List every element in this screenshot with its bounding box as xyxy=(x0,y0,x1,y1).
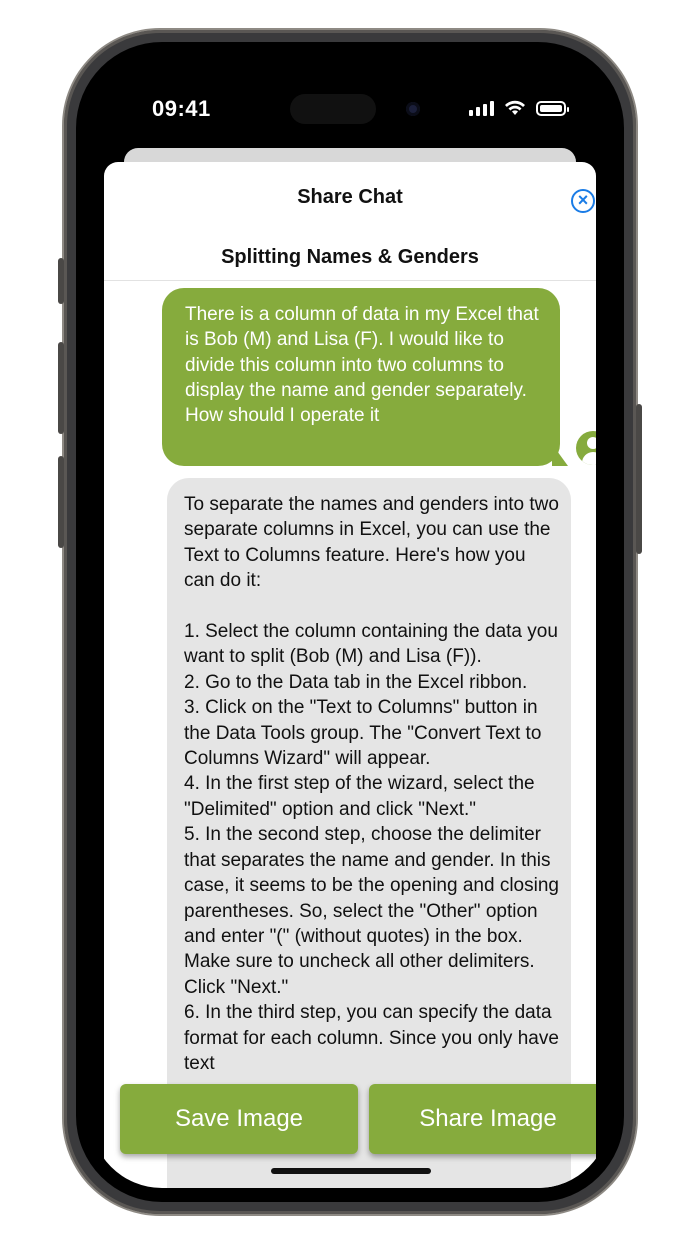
divider xyxy=(104,280,596,281)
user-message-bubble: There is a column of data in my Excel th… xyxy=(162,288,560,466)
assistant-message-bubble: To separate the names and genders into t… xyxy=(167,478,571,1188)
phone-bezel: 09:41 Share Chat × Splitting Names & Gen… xyxy=(76,42,624,1202)
dynamic-island xyxy=(290,94,376,124)
status-icons xyxy=(469,100,569,116)
camera-icon xyxy=(406,102,420,116)
share-image-button[interactable]: Share Image xyxy=(369,1084,596,1154)
screen: 09:41 Share Chat × Splitting Names & Gen… xyxy=(90,56,610,1188)
chat-title: Splitting Names & Genders xyxy=(221,246,479,268)
save-image-button[interactable]: Save Image xyxy=(120,1084,358,1154)
home-indicator[interactable] xyxy=(271,1168,431,1174)
battery-icon xyxy=(536,100,569,116)
user-bubble-tail xyxy=(552,444,568,466)
close-icon[interactable]: × xyxy=(571,189,595,213)
action-button xyxy=(58,258,64,304)
status-time: 09:41 xyxy=(152,96,211,121)
cellular-signal-icon xyxy=(469,100,494,116)
volume-up-button xyxy=(58,342,64,434)
wifi-icon xyxy=(505,100,525,115)
volume-down-button xyxy=(58,456,64,548)
share-chat-sheet: Share Chat × Splitting Names & Genders T… xyxy=(104,162,596,1188)
sheet-title: Share Chat xyxy=(297,186,403,208)
user-avatar-icon xyxy=(576,431,596,465)
power-button xyxy=(636,404,642,554)
